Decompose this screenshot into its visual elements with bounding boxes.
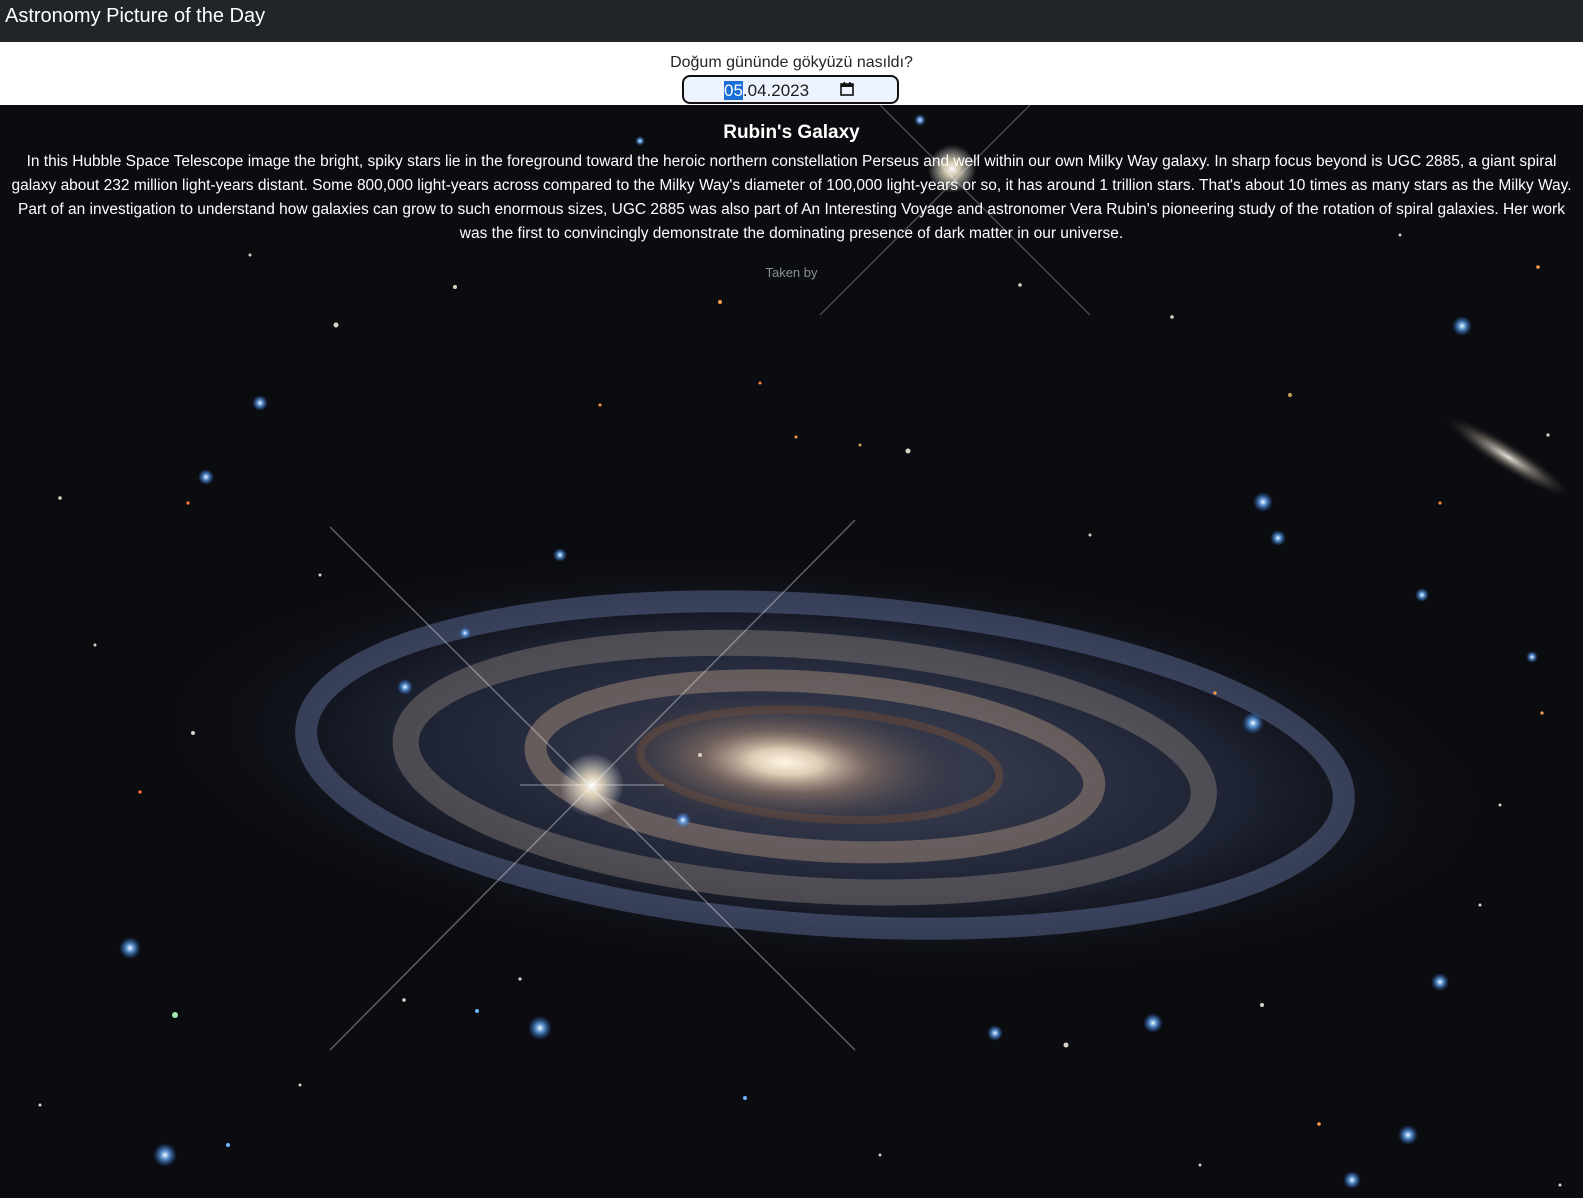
date-value[interactable]: 05.04.2023 [724, 80, 809, 102]
apod-credit: Taken by [765, 265, 818, 280]
date-day-segment[interactable]: 05 [724, 81, 743, 100]
navbar-brand[interactable]: Astronomy Picture of the Day [5, 6, 265, 26]
apod-title: Rubin's Galaxy [723, 122, 860, 143]
calendar-icon[interactable] [840, 82, 854, 96]
navbar: Astronomy Picture of the Day [0, 0, 1583, 42]
birthday-date-input[interactable]: 05.04.2023 [682, 75, 899, 104]
apod-explanation: In this Hubble Space Telescope image the… [11, 153, 1572, 242]
apod-caption: Rubin's Galaxy In this Hubble Space Tele… [0, 105, 1583, 280]
date-month-year-segment[interactable]: .04.2023 [743, 81, 809, 100]
date-prompt-label: Doğum gününde gökyüzü nasıldı? [670, 54, 913, 71]
apod-section: Rubin's Galaxy In this Hubble Space Tele… [0, 105, 1583, 1198]
